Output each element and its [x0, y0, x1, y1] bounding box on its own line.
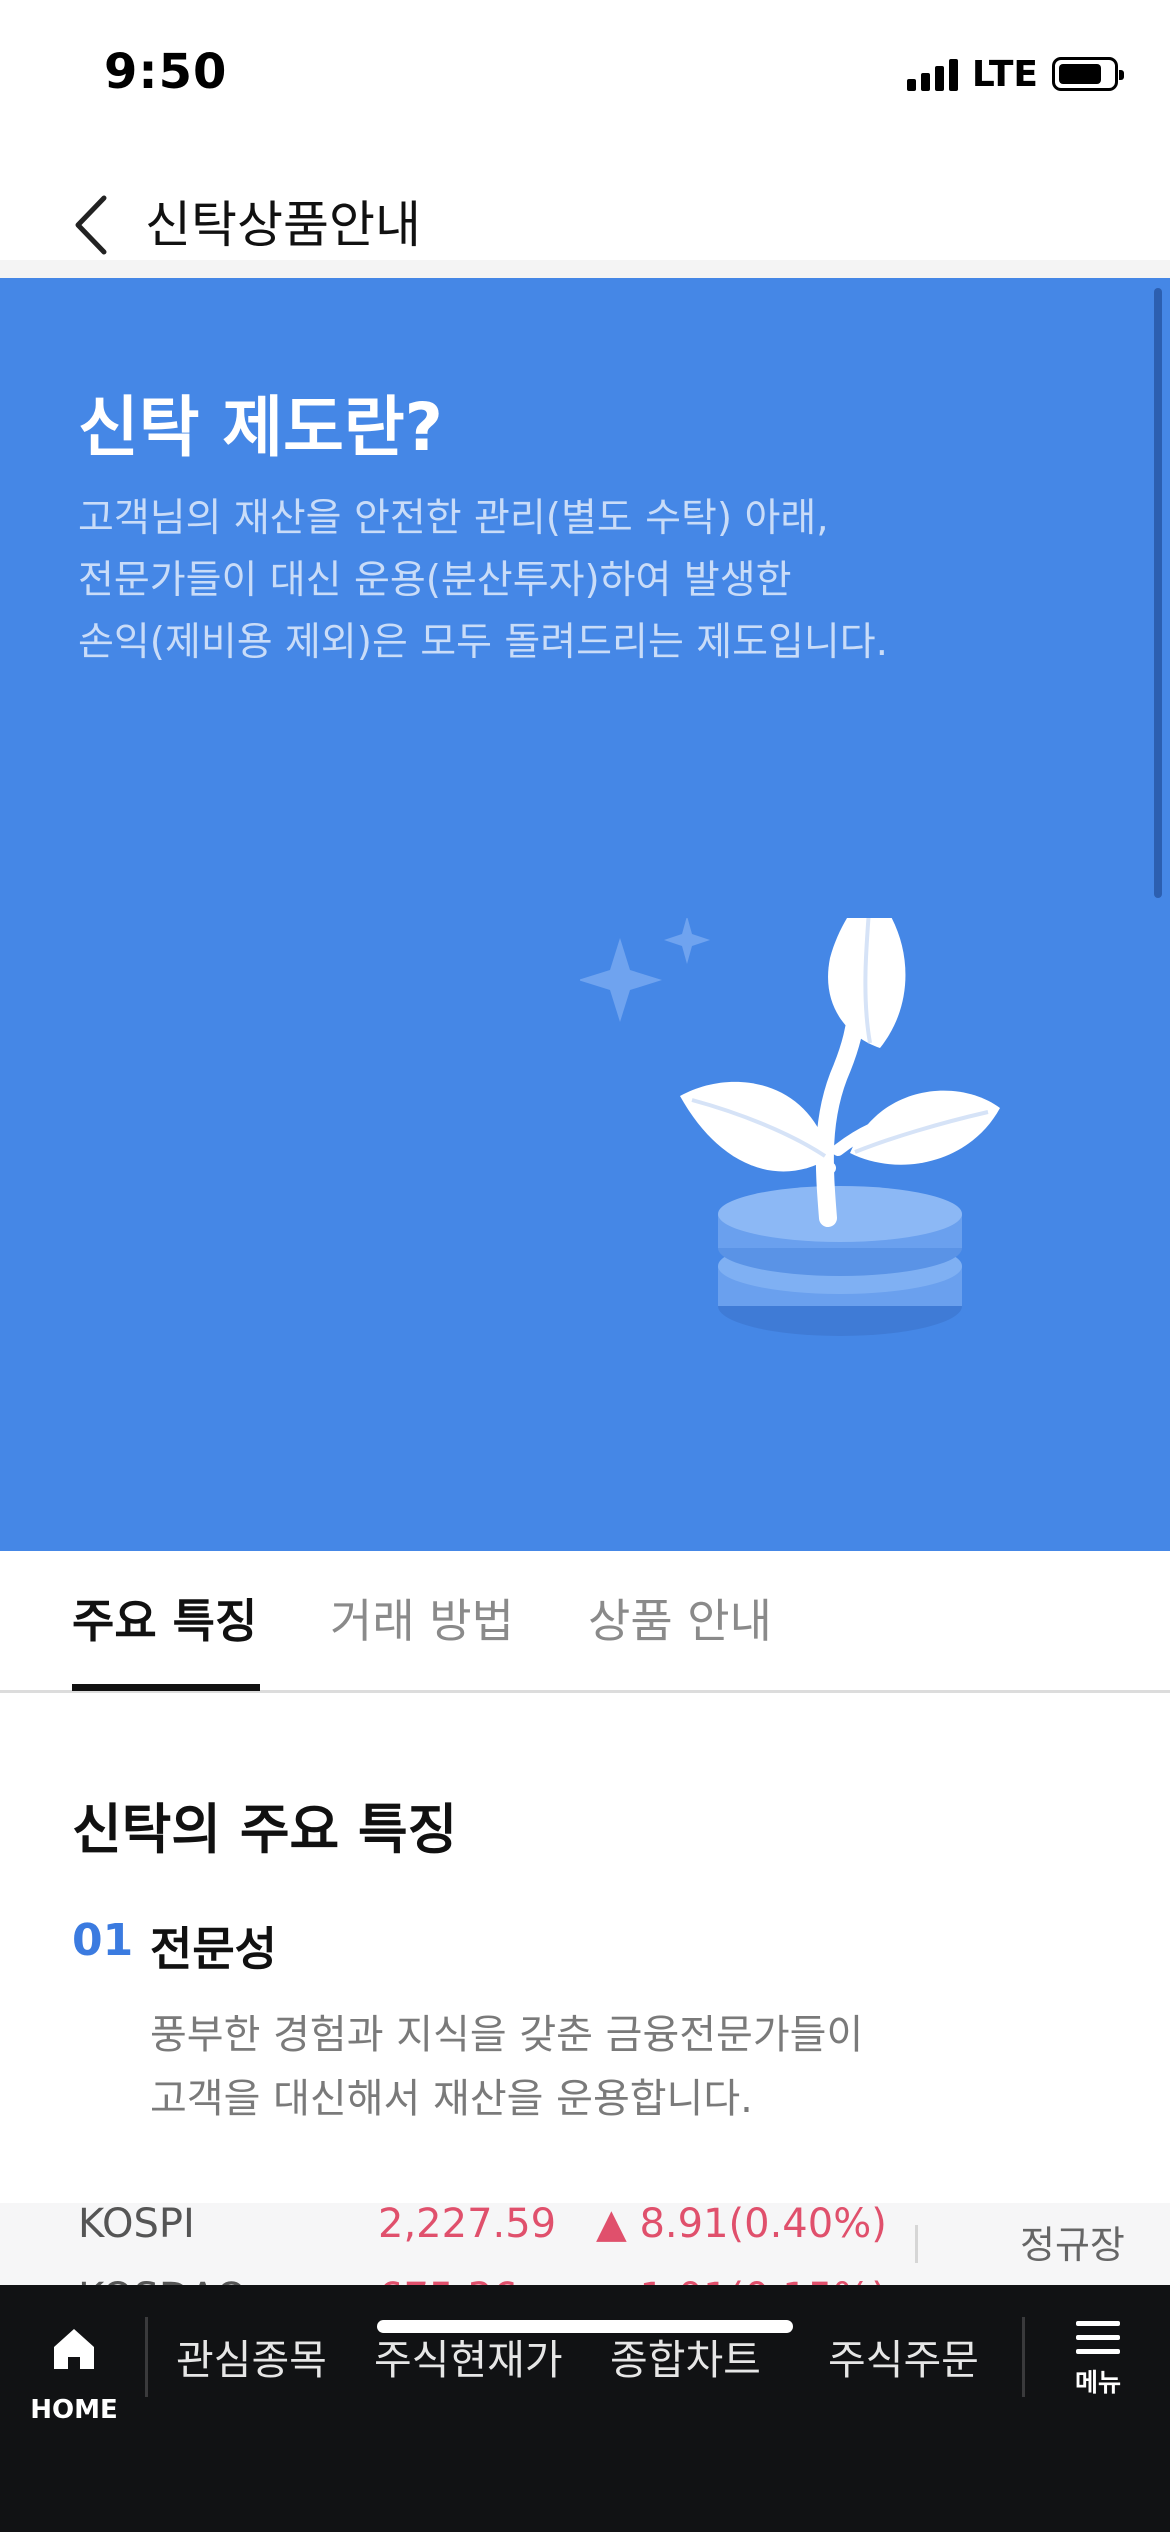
chevron-left-icon: [75, 195, 107, 255]
feature-description-line: 고객을 대신해서 재산을 운용합니다.: [150, 2076, 753, 2122]
index-change: ▲ 1.01(0.15%): [596, 2263, 887, 2285]
hero-description-line: 손익(제비용 제외)은 모두 돌려드리는 제도입니다.: [78, 620, 889, 665]
home-indicator[interactable]: [377, 2320, 793, 2333]
header-divider: [0, 260, 1170, 278]
home-label: HOME: [30, 2395, 118, 2425]
plant-coins-illustration: [580, 918, 1000, 1336]
content-section: 신탁의 주요 특징 01 전문성 풍부한 경험과 지식을 갖춘 금융전문가들이 …: [0, 1693, 1170, 2203]
index-name: KOSPI: [78, 2203, 195, 2247]
nav-watchlist[interactable]: 관심종목: [176, 2330, 327, 2390]
feature-description: 풍부한 경험과 지식을 갖춘 금융전문가들이 고객을 대신해서 재산을 운용합니…: [150, 2003, 863, 2131]
hamburger-icon: [1070, 2321, 1126, 2354]
menu-button[interactable]: 메뉴: [1070, 2321, 1126, 2421]
signal-icon: [906, 57, 958, 91]
home-button[interactable]: HOME: [26, 2315, 122, 2425]
nav-divider: [1022, 2317, 1025, 2397]
app-header: 신탁상품안내: [0, 150, 1170, 260]
active-tab-indicator: [72, 1684, 260, 1691]
scrollbar[interactable]: [1154, 288, 1162, 898]
ticker-row: KOSPI 2,227.59 ▲ 8.91(0.40%): [0, 2203, 900, 2259]
hero-description-line: 고객님의 재산을 안전한 관리(별도 수탁) 아래,: [78, 496, 829, 541]
ticker-row: KOSDAQ 675.36 ▲ 1.01(0.15%): [0, 2263, 900, 2285]
page-title: 신탁상품안내: [145, 196, 421, 254]
nav-chart[interactable]: 종합차트: [610, 2330, 761, 2390]
network-label: LTE: [971, 53, 1038, 95]
index-change: ▲ 8.91(0.40%): [596, 2203, 887, 2247]
tab-trading-method[interactable]: 거래 방법: [330, 1591, 514, 1651]
ticker-divider: [915, 2225, 918, 2263]
feature-number: 01: [72, 1915, 134, 1966]
index-value: 675.36: [378, 2263, 518, 2285]
tab-key-features[interactable]: 주요 특징: [72, 1591, 257, 1651]
home-icon: [54, 2329, 94, 2369]
hero-description-line: 전문가들이 대신 운용(분산투자)하여 발생한: [78, 558, 792, 603]
battery-icon: [1052, 57, 1124, 91]
hero-banner: 신탁 제도란? 고객님의 재산을 안전한 관리(별도 수탁) 아래, 전문가들이…: [0, 278, 1170, 1551]
hero-description: 고객님의 재산을 안전한 관리(별도 수탁) 아래, 전문가들이 대신 운용(분…: [78, 488, 1078, 674]
tab-bar: 주요 특징 거래 방법 상품 안내: [0, 1551, 1170, 1693]
status-indicators: LTE: [906, 53, 1124, 95]
menu-label: 메뉴: [1074, 2368, 1121, 2397]
hero-title: 신탁 제도란?: [78, 389, 443, 466]
index-value: 2,227.59: [378, 2203, 557, 2247]
market-ticker[interactable]: KOSPI 2,227.59 ▲ 8.91(0.40%) KOSDAQ 675.…: [0, 2203, 1170, 2285]
section-title: 신탁의 주요 특징: [72, 1798, 458, 1861]
nav-divider: [145, 2317, 148, 2397]
market-status: 정규장: [1020, 2223, 1125, 2267]
tab-product-info[interactable]: 상품 안내: [588, 1591, 772, 1651]
index-name: KOSDAQ: [78, 2263, 247, 2285]
nav-stock-order[interactable]: 주식주문: [828, 2330, 979, 2390]
status-time: 9:50: [104, 44, 228, 100]
back-button[interactable]: [60, 190, 120, 260]
nav-stock-price[interactable]: 주식현재가: [374, 2330, 563, 2390]
status-bar: 9:50 LTE: [0, 0, 1170, 150]
feature-title: 전문성: [150, 1922, 277, 1976]
feature-description-line: 풍부한 경험과 지식을 갖춘 금융전문가들이: [150, 2012, 864, 2058]
